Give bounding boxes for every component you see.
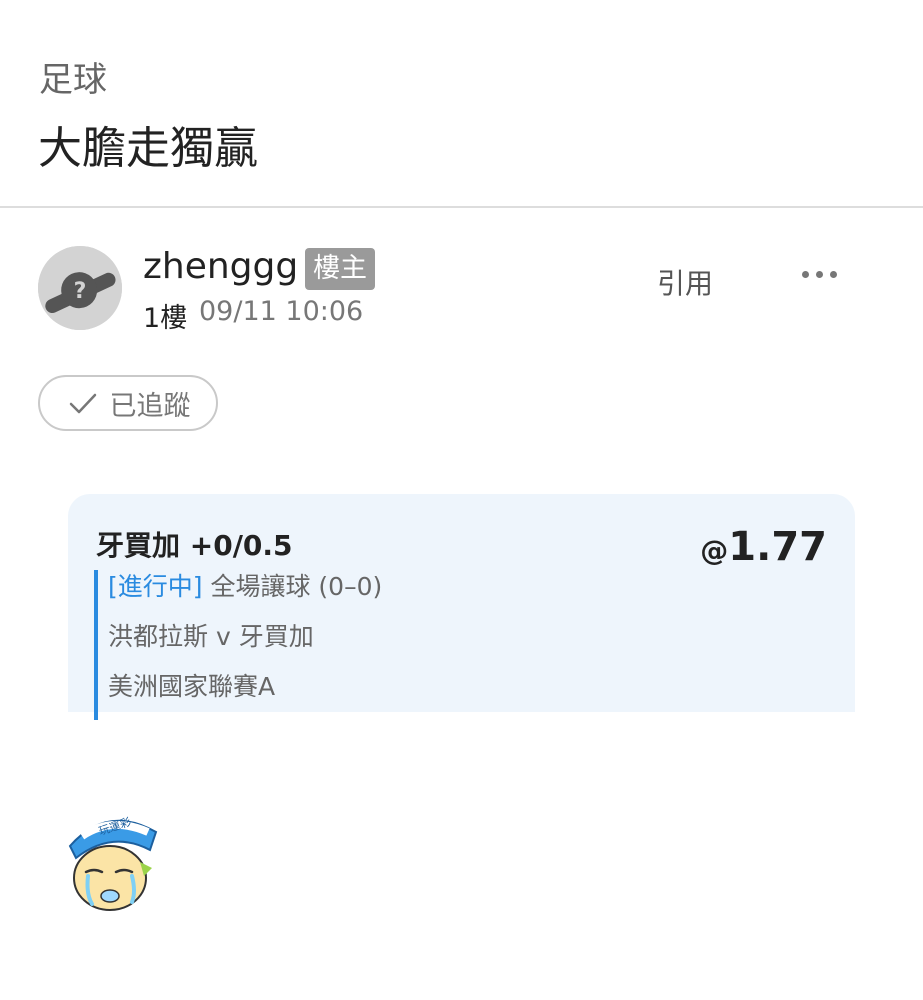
bet-market-line: [進行中] 全場讓球 (0–0) bbox=[108, 570, 382, 620]
check-icon bbox=[69, 393, 96, 414]
follow-button[interactable]: 已追蹤 bbox=[38, 375, 218, 431]
bet-status: [進行中] bbox=[108, 572, 203, 601]
crying-face-sticker-icon: 玩運彩 bbox=[64, 815, 158, 912]
more-horizontal-icon[interactable] bbox=[800, 262, 840, 286]
post-page: 足球 大膽走獨贏 ? zhenggg 樓主 1樓 09/11 10:06 引用 … bbox=[0, 0, 923, 1000]
post-timestamp: 09/11 10:06 bbox=[199, 296, 364, 327]
crying-sticker: 玩運彩 bbox=[52, 806, 170, 918]
odds-value: 1.77 bbox=[728, 524, 827, 570]
floor-number: 1樓 bbox=[143, 303, 188, 334]
bet-match: 洪都拉斯 v 牙買加 bbox=[108, 622, 314, 651]
quote-button[interactable]: 引用 bbox=[657, 262, 713, 302]
thread-title: 大膽走獨贏 bbox=[38, 123, 258, 174]
forum-category[interactable]: 足球 bbox=[39, 52, 107, 101]
odds-prefix: @ bbox=[700, 534, 729, 567]
bet-odds: @1.77 bbox=[700, 524, 827, 570]
user-avatar[interactable]: ? bbox=[38, 246, 122, 330]
svg-text:?: ? bbox=[74, 279, 87, 304]
default-avatar-icon: ? bbox=[38, 246, 122, 330]
bet-slip-card[interactable]: 牙買加 +0/0.5 @1.77 [進行中] 全場讓球 (0–0) 洪都拉斯 v… bbox=[68, 494, 855, 720]
op-badge: 樓主 bbox=[305, 248, 375, 290]
bet-league: 美洲國家聯賽A bbox=[108, 672, 276, 701]
username[interactable]: zhenggg bbox=[143, 246, 298, 287]
header-divider bbox=[0, 206, 923, 208]
bet-details: [進行中] 全場讓球 (0–0) 洪都拉斯 v 牙買加 美洲國家聯賽A bbox=[94, 570, 382, 720]
follow-label: 已追蹤 bbox=[109, 390, 191, 422]
bet-market: 全場讓球 (0–0) bbox=[210, 572, 383, 601]
bet-selection: 牙買加 +0/0.5 bbox=[96, 529, 293, 562]
